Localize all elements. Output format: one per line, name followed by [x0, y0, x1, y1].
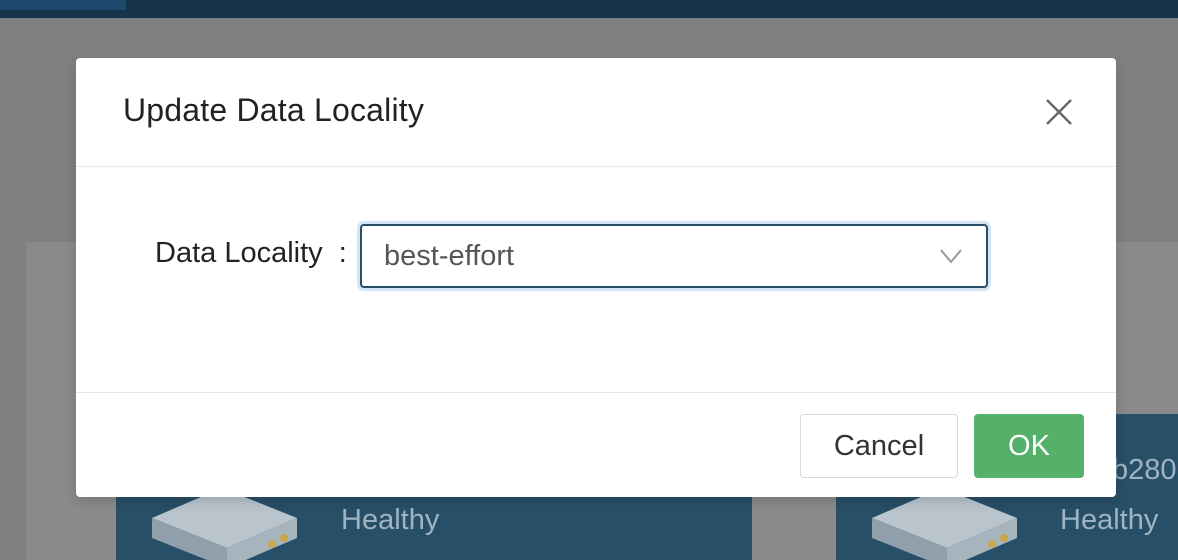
chevron-down-icon: [940, 249, 962, 264]
data-locality-select-value: best-effort: [384, 240, 515, 272]
dialog-footer: Cancel OK: [76, 393, 1116, 496]
disk-icon: [872, 488, 1017, 560]
update-data-locality-dialog: Update Data Locality Data Locality : bes…: [76, 58, 1116, 497]
disk-icon: [152, 488, 297, 560]
dialog-title: Update Data Locality: [123, 92, 425, 128]
app-top-bar: [0, 0, 1178, 18]
node-status: Healthy: [341, 504, 440, 536]
data-locality-select[interactable]: best-effort: [360, 224, 988, 288]
cancel-button[interactable]: Cancel: [800, 414, 958, 478]
dialog-header: Update Data Locality: [76, 58, 1116, 167]
data-locality-label: Data Locality :: [155, 237, 347, 270]
close-icon: [1046, 99, 1072, 125]
app-top-bar-active-tab: [0, 0, 126, 10]
dialog-body: Data Locality : best-effort: [76, 167, 1116, 393]
node-status: Healthy: [1060, 504, 1159, 536]
ok-button[interactable]: OK: [974, 414, 1084, 478]
data-locality-label-text: Data Locality: [155, 237, 323, 269]
close-button[interactable]: [1039, 92, 1079, 132]
node-name: b280: [1112, 454, 1177, 486]
label-colon: :: [338, 237, 347, 269]
